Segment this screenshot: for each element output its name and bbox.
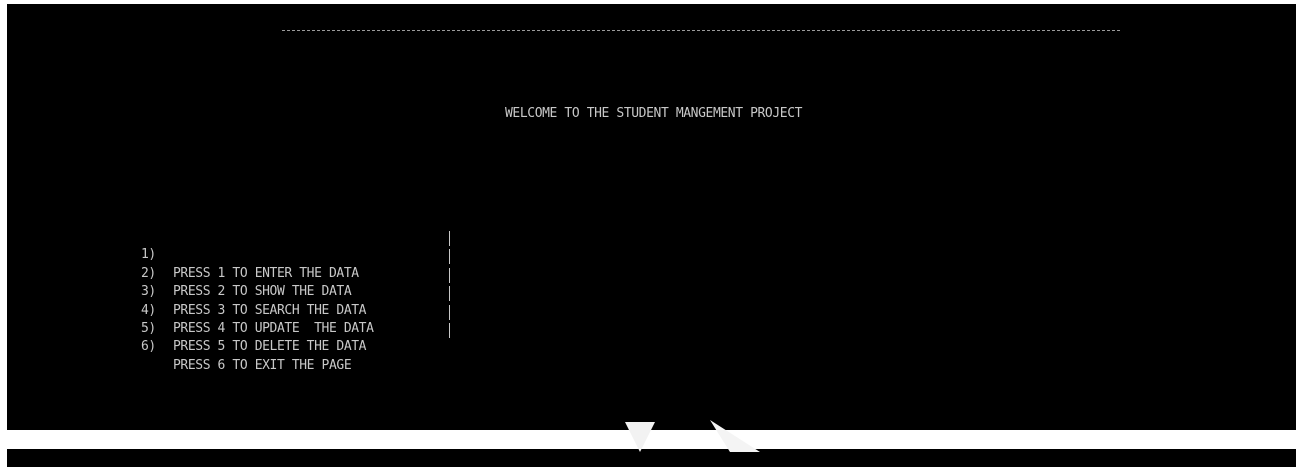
menu-item-label: PRESS 2 TO SHOW THE DATA — [173, 284, 352, 300]
menu-item-exit: 6) PRESS 6 TO EXIT THE PAGE — [141, 320, 450, 373]
menu-item-label: PRESS 3 TO SEARCH THE DATA — [173, 302, 367, 318]
menu-item-delete: 5) PRESS 5 TO DELETE THE DATA — [141, 302, 450, 354]
menu-item-enter: 1) PRESS 1 TO ENTER THE DATA — [141, 228, 450, 281]
menu-item-update: 4) PRESS 4 TO UPDATE THE DATA — [141, 283, 450, 336]
menu-item-label: PRESS 6 TO EXIT THE PAGE — [173, 357, 352, 373]
menu-separator — [449, 322, 450, 338]
menu-item-search: 3) PRESS 3 TO SEARCH THE DATA — [141, 265, 450, 318]
menu-item-label: PRESS 1 TO ENTER THE DATA — [173, 265, 359, 281]
welcome-title: WELCOME TO THE STUDENT MANGEMENT PROJECT — [505, 106, 803, 121]
console-window: WELCOME TO THE STUDENT MANGEMENT PROJECT… — [7, 4, 1296, 430]
main-menu: 1) PRESS 1 TO ENTER THE DATA 2) PRESS 2 … — [141, 228, 450, 373]
menu-item-label: PRESS 4 TO UPDATE THE DATA — [173, 320, 374, 336]
header-divider — [282, 30, 1120, 31]
menu-separator — [449, 267, 450, 283]
second-console-window — [7, 449, 1296, 467]
menu-separator — [449, 249, 450, 265]
menu-separator — [449, 231, 450, 246]
menu-separator — [449, 286, 450, 302]
menu-item-show: 2) PRESS 2 TO SHOW THE DATA — [141, 246, 450, 299]
menu-item-number: 6) — [141, 339, 156, 355]
menu-item-label: PRESS 5 TO DELETE THE DATA — [173, 339, 367, 355]
menu-separator — [449, 304, 450, 320]
